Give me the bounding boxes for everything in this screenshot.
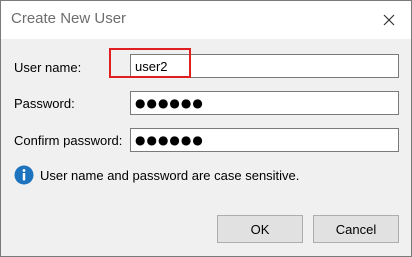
dialog-title: Create New User: [11, 10, 127, 27]
cancel-button[interactable]: Cancel: [313, 215, 399, 243]
ok-button[interactable]: OK: [217, 215, 303, 243]
close-icon: [383, 14, 395, 26]
info-text: User name and password are case sensitiv…: [40, 167, 300, 183]
title-bar: Create New User: [1, 1, 411, 39]
create-user-dialog: Create New User User name: Password: Con…: [0, 0, 412, 257]
password-field[interactable]: [130, 91, 399, 115]
info-message: User name and password are case sensitiv…: [14, 165, 299, 185]
username-field[interactable]: [130, 54, 399, 78]
confirm-password-label: Confirm password:: [14, 133, 123, 148]
password-label: Password:: [14, 96, 75, 111]
username-label: User name:: [14, 60, 82, 75]
info-icon: [14, 165, 34, 185]
confirm-password-field[interactable]: [130, 128, 399, 152]
close-button[interactable]: [367, 1, 411, 39]
dialog-body: User name: Password: Confirm password: U…: [1, 39, 411, 256]
